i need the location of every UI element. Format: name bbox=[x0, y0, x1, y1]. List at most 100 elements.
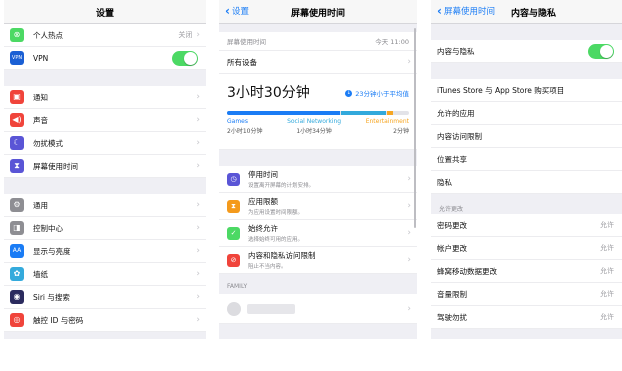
usage-categories: Games 2小时10分钟 Social Networking 1小时34分钟 Ente… bbox=[227, 118, 409, 135]
usage-bar-segment bbox=[387, 111, 393, 115]
switches-icon: ◨ bbox=[10, 221, 24, 235]
screen-time-navbar: ‹ 设置 屏幕使用时间 bbox=[219, 0, 417, 24]
settings-item-hotspot[interactable]: ⊗ 个人热点 关闭 › bbox=[4, 24, 206, 47]
settings-item-text-size[interactable]: AA 显示与亮度 › bbox=[4, 240, 206, 263]
settings-item-switches[interactable]: ◨ 控制中心 › bbox=[4, 217, 206, 240]
back-label: 屏幕使用时间 bbox=[443, 7, 495, 17]
settings-item-label: 控制中心 bbox=[33, 223, 63, 233]
settings-item-label: 墙纸 bbox=[33, 269, 48, 279]
vpn-toggle[interactable] bbox=[172, 50, 198, 66]
content-privacy-item-label: 隐私 bbox=[437, 177, 452, 187]
allow-change-label: 密码更改 bbox=[437, 220, 467, 230]
family-member-row[interactable]: › bbox=[219, 294, 417, 324]
settings-item-siri[interactable]: ◉ Siri 与搜索 › bbox=[4, 286, 206, 309]
bell-icon: ▣ bbox=[10, 90, 24, 104]
chevron-right-icon: › bbox=[196, 246, 200, 256]
usage-category-name: Social Networking bbox=[287, 118, 342, 125]
settings-item-wallpaper[interactable]: ✿ 墙纸 › bbox=[4, 263, 206, 286]
settings-navbar: 设置 bbox=[4, 0, 206, 24]
family-header: FAMILY bbox=[227, 283, 248, 290]
content-privacy-item[interactable]: 允许的应用 bbox=[431, 102, 622, 125]
screen-time-item-title: 停用时间 bbox=[248, 170, 278, 179]
screen-time-item-app-limits[interactable]: ⧗ 应用限额 为应用设置时间限额。 › bbox=[219, 193, 417, 220]
settings-item-label: 显示与亮度 bbox=[33, 246, 71, 256]
hotspot-icon: ⊗ bbox=[10, 28, 24, 42]
screen-time-screen: ‹ 设置 屏幕使用时间 屏幕使用时间 今天 11:00 所有设备 › 3小时30… bbox=[219, 0, 417, 339]
content-privacy-item[interactable]: iTunes Store 与 App Store 购买项目 bbox=[431, 79, 622, 102]
family-member-name-blurred bbox=[247, 303, 295, 314]
allow-change-label: 驾驶勿扰 bbox=[437, 312, 467, 322]
screen-time-item-always-allowed[interactable]: ✓ 始终允许 选择始终可用的应用。 › bbox=[219, 220, 417, 247]
allow-change-item[interactable]: 密码更改 允许 bbox=[431, 214, 622, 237]
all-devices-label: 所有设备 bbox=[227, 57, 257, 67]
allow-changes-header: 允许更改 bbox=[439, 206, 464, 213]
content-privacy-toggle-row: 内容与隐私 bbox=[431, 40, 622, 63]
chevron-right-icon: › bbox=[407, 228, 411, 238]
usage-bar-segment bbox=[340, 111, 387, 115]
fingerprint-icon: ◎ bbox=[10, 313, 24, 327]
back-button[interactable]: ‹ 屏幕使用时间 bbox=[437, 5, 495, 18]
siri-icon: ◉ bbox=[10, 290, 24, 304]
settings-item-speaker[interactable]: ◀) 声音 › bbox=[4, 109, 206, 132]
usage-category: Games 2小时10分钟 bbox=[227, 118, 262, 135]
settings-item-label: 触控 ID 与密码 bbox=[33, 315, 84, 325]
allow-change-label: 蜂窝移动数据更改 bbox=[437, 266, 497, 276]
usage-caption-label: 屏幕使用时间 bbox=[227, 38, 266, 46]
chevron-right-icon: › bbox=[196, 269, 200, 279]
settings-item-fingerprint[interactable]: ◎ 触控 ID 与密码 › bbox=[4, 309, 206, 332]
chevron-right-icon: › bbox=[407, 303, 411, 314]
page-title: 内容与隐私 bbox=[511, 9, 557, 19]
screen-time-item-title: 始终允许 bbox=[248, 224, 278, 233]
usage-summary[interactable]: 3小时30分钟 ↓ 23分钟小于平均值 Games 2小时10分钟 Social N… bbox=[219, 74, 417, 150]
usage-average-text: 23分钟小于平均值 bbox=[355, 90, 409, 98]
allow-change-item[interactable]: 蜂窝移动数据更改 允许 bbox=[431, 260, 622, 283]
screen-time-item-subtitle: 为应用设置时间限额。 bbox=[248, 210, 304, 216]
content-privacy-item[interactable]: 位置共享 bbox=[431, 148, 622, 171]
allow-change-item[interactable]: 帐户更改 允许 bbox=[431, 237, 622, 260]
settings-item-label: 屏幕使用时间 bbox=[33, 161, 78, 171]
content-privacy-toggle[interactable] bbox=[588, 43, 614, 59]
chevron-right-icon: › bbox=[196, 223, 200, 233]
usage-category-time: 2分钟 bbox=[393, 128, 409, 135]
chevron-right-icon: › bbox=[196, 315, 200, 325]
settings-item-moon[interactable]: ☾ 勿扰模式 › bbox=[4, 132, 206, 155]
content-privacy-item[interactable]: 隐私 bbox=[431, 171, 622, 194]
usage-bar bbox=[227, 111, 409, 115]
screen-time-item-restrictions[interactable]: ⊘ 内容和隐私访问限制 阻止不当内容。 › bbox=[219, 247, 417, 274]
allow-change-item[interactable]: 驾驶勿扰 允许 bbox=[431, 306, 622, 329]
chevron-right-icon: › bbox=[407, 57, 411, 67]
all-devices-row[interactable]: 所有设备 › bbox=[219, 51, 417, 74]
chevron-right-icon: › bbox=[196, 92, 200, 102]
usage-category-name: Games bbox=[227, 118, 248, 125]
chevron-right-icon: › bbox=[196, 292, 200, 302]
scrollbar[interactable] bbox=[414, 28, 416, 228]
vpn-icon: VPN bbox=[10, 51, 24, 65]
vpn-label: VPN bbox=[33, 53, 49, 63]
screen-time-item-text: 始终允许 选择始终可用的应用。 bbox=[248, 223, 407, 243]
screen-time-item-downtime[interactable]: ◷ 停用时间设置离开屏幕的计划安排。 › bbox=[219, 166, 417, 193]
usage-category-name: Entertainment bbox=[365, 118, 409, 125]
wallpaper-icon: ✿ bbox=[10, 267, 24, 281]
settings-screen: 设置 ⊗ 个人热点 关闭 › VPN VPN ▣ 通知 › ◀) 声音 › ☾ 勿扰模式 › ⧗ 屏… bbox=[4, 0, 206, 339]
avatar bbox=[227, 301, 241, 316]
usage-category: Social Networking 1小时34分钟 bbox=[287, 118, 341, 135]
settings-item-label: Siri 与搜索 bbox=[33, 292, 70, 302]
always-allowed-icon: ✓ bbox=[227, 226, 240, 240]
settings-item-bell[interactable]: ▣ 通知 › bbox=[4, 86, 206, 109]
chevron-right-icon: › bbox=[196, 161, 200, 171]
content-privacy-item-label: 允许的应用 bbox=[437, 108, 475, 118]
hourglass-icon: ⧗ bbox=[10, 159, 24, 173]
content-privacy-item[interactable]: 内容访问限制 bbox=[431, 125, 622, 148]
chevron-right-icon: › bbox=[407, 174, 411, 184]
content-privacy-toggle-label: 内容与隐私 bbox=[437, 46, 475, 56]
content-privacy-item-label: 位置共享 bbox=[437, 154, 467, 164]
settings-item-hourglass[interactable]: ⧗ 屏幕使用时间 › bbox=[4, 155, 206, 178]
screen-time-item-title: 应用限额 bbox=[248, 197, 278, 206]
screen-time-item-text: 应用限额为应用设置时间限额。 bbox=[248, 196, 407, 216]
downtime-icon: ◷ bbox=[227, 172, 240, 186]
settings-item-gear[interactable]: ⚙ 通用 › bbox=[4, 194, 206, 217]
usage-average: ↓ 23分钟小于平均值 bbox=[345, 88, 409, 98]
screen-time-item-subtitle: 设置离开屏幕的计划安排。 bbox=[248, 183, 315, 189]
allow-change-item[interactable]: 音量限制 允许 bbox=[431, 283, 622, 306]
hotspot-label: 个人热点 bbox=[33, 30, 63, 40]
